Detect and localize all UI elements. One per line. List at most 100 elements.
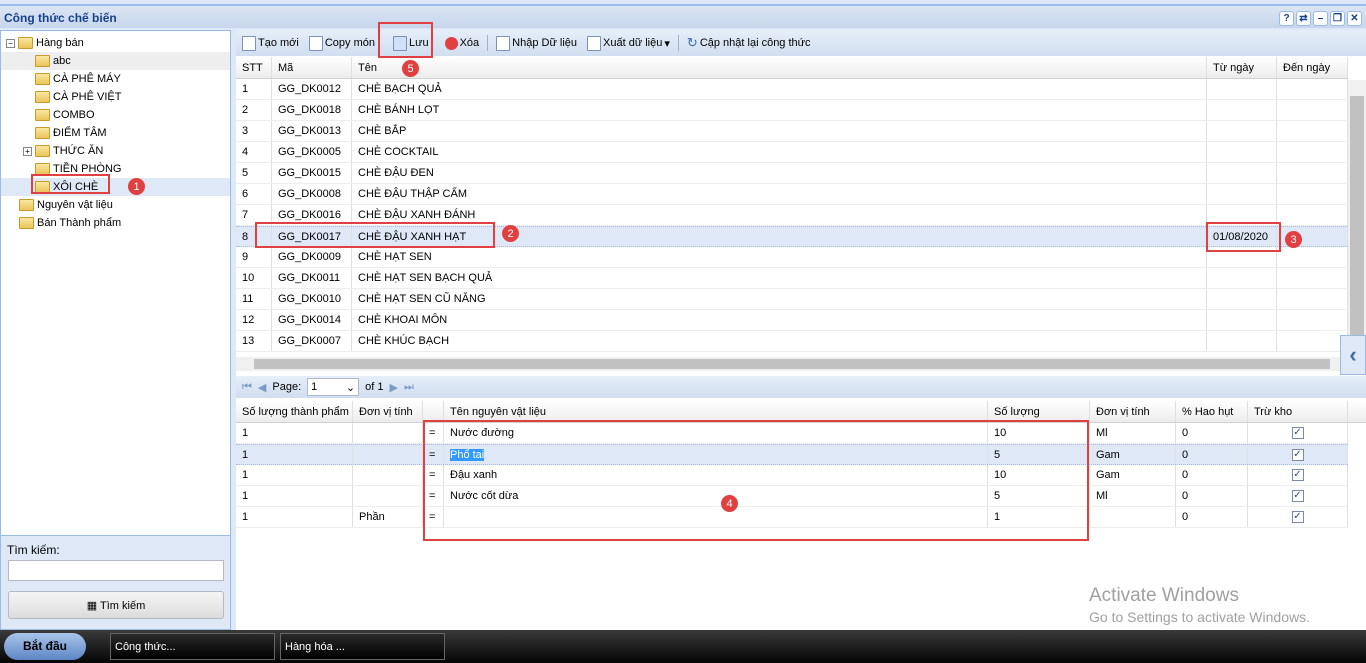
chevron-down-icon: ▾ bbox=[664, 37, 670, 50]
next-page-icon[interactable]: ▶ bbox=[389, 381, 397, 394]
tree-item[interactable]: abc bbox=[1, 52, 230, 70]
table-row[interactable]: 3 GG_DK0013 CHÈ BẮP bbox=[236, 121, 1348, 142]
table-cell bbox=[1090, 507, 1176, 527]
tree-item[interactable]: Bán Thành phẩm bbox=[19, 214, 121, 232]
column-header[interactable]: Số lượng thành phẩm bbox=[236, 401, 353, 422]
column-header[interactable]: Tên bbox=[352, 57, 1207, 78]
table-cell bbox=[1207, 268, 1277, 288]
table-cell: 5 bbox=[236, 163, 272, 183]
expand-icon[interactable]: + bbox=[23, 146, 32, 156]
pager: ⏮ ◀ Page: 1 ⌄ of 1 ▶ ⏭ bbox=[236, 376, 1366, 398]
prev-page-icon[interactable]: ◀ bbox=[258, 381, 266, 394]
checkbox-icon[interactable]: ✓ bbox=[1291, 490, 1304, 502]
table-cell: Phần bbox=[353, 507, 423, 527]
collapse-panel-button[interactable]: ‹ bbox=[1340, 335, 1366, 375]
table-cell bbox=[353, 486, 423, 506]
copy-button[interactable]: Copy món bbox=[307, 34, 377, 53]
tree-item[interactable]: ĐIỂM TÂM bbox=[35, 124, 107, 142]
help-icon[interactable]: ? bbox=[1279, 11, 1294, 26]
export-button[interactable]: Xuất dữ liệu ▾ bbox=[585, 34, 672, 53]
table-cell bbox=[1207, 184, 1277, 204]
last-page-icon[interactable]: ⏭ bbox=[404, 381, 414, 394]
column-header[interactable]: STT bbox=[236, 57, 272, 78]
column-header[interactable]: Mã bbox=[272, 57, 352, 78]
table-cell: CHÈ BÁNH LỌT bbox=[352, 100, 1207, 120]
table-row[interactable]: 13 GG_DK0007 CHÈ KHÚC BẠCH bbox=[236, 331, 1348, 352]
start-button[interactable]: Bắt đầu bbox=[4, 633, 86, 660]
table-row[interactable]: 5 GG_DK0015 CHÈ ĐẬU ĐEN bbox=[236, 163, 1348, 184]
column-header[interactable]: Đơn vị tính bbox=[1090, 401, 1176, 422]
column-header[interactable]: % Hao hụt bbox=[1176, 401, 1248, 422]
table-row[interactable]: 6 GG_DK0008 CHÈ ĐẬU THẬP CẨM bbox=[236, 184, 1348, 205]
update-formula-button[interactable]: ↻ Cập nhật lại công thức bbox=[685, 33, 813, 53]
table-row[interactable]: 4 GG_DK0005 CHÈ COCKTAIL bbox=[236, 142, 1348, 163]
folder-icon bbox=[35, 55, 50, 67]
table-cell: 10 bbox=[236, 268, 272, 288]
deduct-stock-checkbox[interactable]: ✓ bbox=[1248, 507, 1348, 527]
window-title: Công thức chế biến bbox=[4, 11, 117, 25]
checkbox-icon[interactable]: ✓ bbox=[1291, 427, 1304, 439]
deduct-stock-checkbox[interactable]: ✓ bbox=[1248, 423, 1348, 443]
table-cell: GG_DK0008 bbox=[272, 184, 352, 204]
checkbox-icon[interactable]: ✓ bbox=[1291, 448, 1304, 461]
tree-item[interactable]: + THỨC ĂN bbox=[23, 142, 103, 160]
table-cell: 1 bbox=[236, 423, 353, 443]
page-select[interactable]: 1 ⌄ bbox=[307, 378, 360, 396]
task-recipe[interactable]: Công thức... bbox=[110, 633, 275, 660]
horizontal-scrollbar[interactable] bbox=[236, 357, 1348, 371]
new-button[interactable]: Tạo mới bbox=[240, 34, 301, 53]
minimize-icon[interactable]: – bbox=[1313, 11, 1328, 26]
search-input[interactable] bbox=[8, 560, 224, 581]
column-header[interactable]: Đơn vị tính bbox=[353, 401, 423, 422]
table-row[interactable]: 9 GG_DK0009 CHÈ HẠT SEN bbox=[236, 247, 1348, 268]
refresh-icon[interactable]: ⇄ bbox=[1296, 11, 1311, 26]
restore-icon[interactable]: ❐ bbox=[1330, 11, 1345, 26]
tree-item[interactable]: COMBO bbox=[35, 106, 95, 124]
column-header[interactable]: Số lượng bbox=[988, 401, 1090, 422]
table-cell: CHÈ ĐẬU ĐEN bbox=[352, 163, 1207, 183]
table-cell bbox=[1207, 289, 1277, 309]
search-panel: Tìm kiếm: ▦ Tìm kiếm bbox=[0, 535, 231, 630]
column-header[interactable]: Đến ngày bbox=[1277, 57, 1348, 78]
table-cell bbox=[1277, 205, 1348, 225]
table-cell bbox=[1277, 310, 1348, 330]
folder-icon bbox=[35, 109, 50, 121]
table-cell: GG_DK0010 bbox=[272, 289, 352, 309]
table-row[interactable]: 10 GG_DK0011 CHÈ HẠT SEN BẠCH QUẢ bbox=[236, 268, 1348, 289]
table-row[interactable]: 11 GG_DK0010 CHÈ HẠT SEN CŨ NĂNG bbox=[236, 289, 1348, 310]
checkbox-icon[interactable]: ✓ bbox=[1291, 469, 1304, 481]
checkbox-icon[interactable]: ✓ bbox=[1291, 511, 1304, 523]
table-cell: Gam bbox=[1090, 465, 1176, 485]
tree-item[interactable]: Nguyên vật liệu bbox=[19, 196, 113, 214]
tree-item[interactable]: CÀ PHÊ MÁY bbox=[35, 70, 121, 88]
deduct-stock-checkbox[interactable]: ✓ bbox=[1248, 445, 1348, 464]
table-row[interactable]: 12 GG_DK0014 CHÈ KHOAI MÔN bbox=[236, 310, 1348, 331]
column-header[interactable]: Trừ kho bbox=[1248, 401, 1348, 422]
table-cell: Ml bbox=[1090, 486, 1176, 506]
table-cell: 0 bbox=[1176, 423, 1248, 443]
deduct-stock-checkbox[interactable]: ✓ bbox=[1248, 486, 1348, 506]
table-row[interactable]: 1 GG_DK0012 CHÈ BẠCH QUẢ bbox=[236, 79, 1348, 100]
column-header[interactable]: Tên nguyên vật liệu bbox=[444, 401, 988, 422]
table-cell: CHÈ HẠT SEN BẠCH QUẢ bbox=[352, 268, 1207, 288]
deduct-stock-checkbox[interactable]: ✓ bbox=[1248, 465, 1348, 485]
expand-icon[interactable]: − bbox=[6, 38, 15, 48]
task-goods[interactable]: Hàng hóa ... bbox=[280, 633, 445, 660]
taskbar: Bắt đầu Công thức... Hàng hóa ... bbox=[0, 630, 1366, 663]
delete-button[interactable]: Xóa bbox=[443, 35, 482, 52]
vertical-scrollbar[interactable] bbox=[1348, 80, 1366, 370]
close-icon[interactable]: ✕ bbox=[1347, 11, 1362, 26]
column-header[interactable]: Từ ngày bbox=[1207, 57, 1277, 78]
table-cell: GG_DK0005 bbox=[272, 142, 352, 162]
tree-item[interactable]: − Hàng bán bbox=[6, 34, 84, 52]
first-page-icon[interactable]: ⏮ bbox=[242, 381, 252, 394]
tree-item[interactable]: CÀ PHÊ VIỆT bbox=[35, 88, 121, 106]
import-button[interactable]: Nhập Dữ liệu bbox=[494, 34, 579, 53]
table-cell: CHÈ HẠT SEN CŨ NĂNG bbox=[352, 289, 1207, 309]
table-row[interactable]: 2 GG_DK0018 CHÈ BÁNH LỌT bbox=[236, 100, 1348, 121]
table-cell: 1 bbox=[236, 445, 353, 464]
column-header[interactable] bbox=[423, 401, 444, 422]
table-cell: 1 bbox=[236, 507, 353, 527]
search-button[interactable]: ▦ Tìm kiếm bbox=[8, 591, 224, 619]
copy-icon bbox=[308, 35, 323, 51]
